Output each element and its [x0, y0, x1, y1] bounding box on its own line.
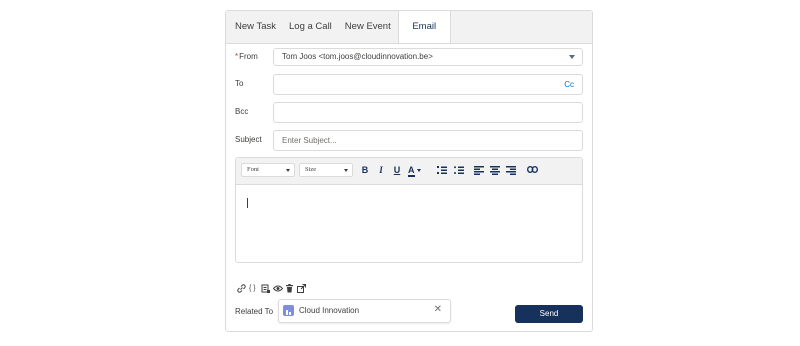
send-button[interactable]: Send: [515, 305, 583, 323]
related-to-lookup[interactable]: Cloud Innovation ✕: [278, 299, 451, 323]
align-right-button[interactable]: [504, 164, 518, 177]
numbered-list-icon: [437, 166, 447, 174]
insert-link-button[interactable]: [525, 164, 539, 177]
size-select[interactable]: Size: [299, 163, 353, 177]
align-right-icon: [506, 166, 516, 175]
italic-button[interactable]: I: [374, 164, 388, 177]
font-select[interactable]: Font: [241, 163, 295, 177]
close-icon[interactable]: ✕: [434, 304, 442, 315]
font-select-label: Font: [247, 166, 259, 173]
text-cursor: [247, 198, 248, 208]
attach-link-icon[interactable]: [237, 284, 246, 293]
activity-tabs: New Task Log a Call New Event Email: [226, 11, 592, 44]
required-marker: *: [235, 52, 239, 61]
from-label-row: *From: [235, 52, 258, 61]
account-icon: [283, 305, 294, 316]
chevron-down-icon: [286, 169, 290, 172]
numbered-list-button[interactable]: [435, 164, 449, 177]
popout-icon[interactable]: [297, 284, 306, 293]
tab-email[interactable]: Email: [397, 11, 451, 43]
align-center-icon: [490, 166, 500, 175]
chevron-down-icon: [344, 169, 348, 172]
align-center-button[interactable]: [488, 164, 502, 177]
template-icon[interactable]: [261, 284, 270, 293]
to-label: To: [235, 79, 244, 88]
bullet-list-button[interactable]: [452, 164, 466, 177]
cc-link[interactable]: Cc: [564, 75, 574, 94]
text-color-button[interactable]: A: [408, 164, 428, 177]
email-composer-panel: New Task Log a Call New Event Email *Fro…: [225, 10, 593, 332]
from-value: Tom Joos <tom.joos@cloudinnovation.be>: [282, 52, 433, 61]
subject-input[interactable]: Enter Subject...: [273, 130, 583, 151]
delete-icon[interactable]: [285, 284, 294, 293]
bullet-list-icon: [454, 166, 464, 174]
subject-placeholder: Enter Subject...: [282, 136, 337, 145]
link-icon: [526, 166, 538, 173]
from-label: From: [239, 52, 258, 61]
tab-log-a-call[interactable]: Log a Call: [280, 11, 332, 43]
preview-icon[interactable]: [273, 284, 283, 293]
chevron-down-icon: [416, 169, 421, 173]
chevron-down-icon: [569, 55, 575, 59]
related-to-label: Related To: [235, 307, 274, 316]
underline-button[interactable]: U: [390, 164, 404, 177]
bcc-label: Bcc: [235, 107, 249, 116]
align-left-icon: [474, 166, 484, 175]
rich-text-toolbar: Font Size B I U A: [236, 158, 582, 185]
bold-button[interactable]: B: [358, 164, 372, 177]
related-to-value: Cloud Innovation: [299, 306, 360, 315]
size-select-label: Size: [305, 166, 317, 173]
to-field[interactable]: Cc: [273, 74, 583, 95]
email-body-editor[interactable]: Font Size B I U A: [235, 157, 583, 263]
from-select[interactable]: Tom Joos <tom.joos@cloudinnovation.be>: [273, 48, 583, 66]
subject-label: Subject: [235, 135, 262, 144]
bcc-field[interactable]: [273, 102, 583, 123]
text-color-icon: A: [408, 165, 415, 177]
tab-new-task[interactable]: New Task: [226, 11, 276, 43]
tab-new-event[interactable]: New Event: [336, 11, 391, 43]
align-left-button[interactable]: [472, 164, 486, 177]
merge-field-icon[interactable]: { }: [249, 284, 261, 293]
